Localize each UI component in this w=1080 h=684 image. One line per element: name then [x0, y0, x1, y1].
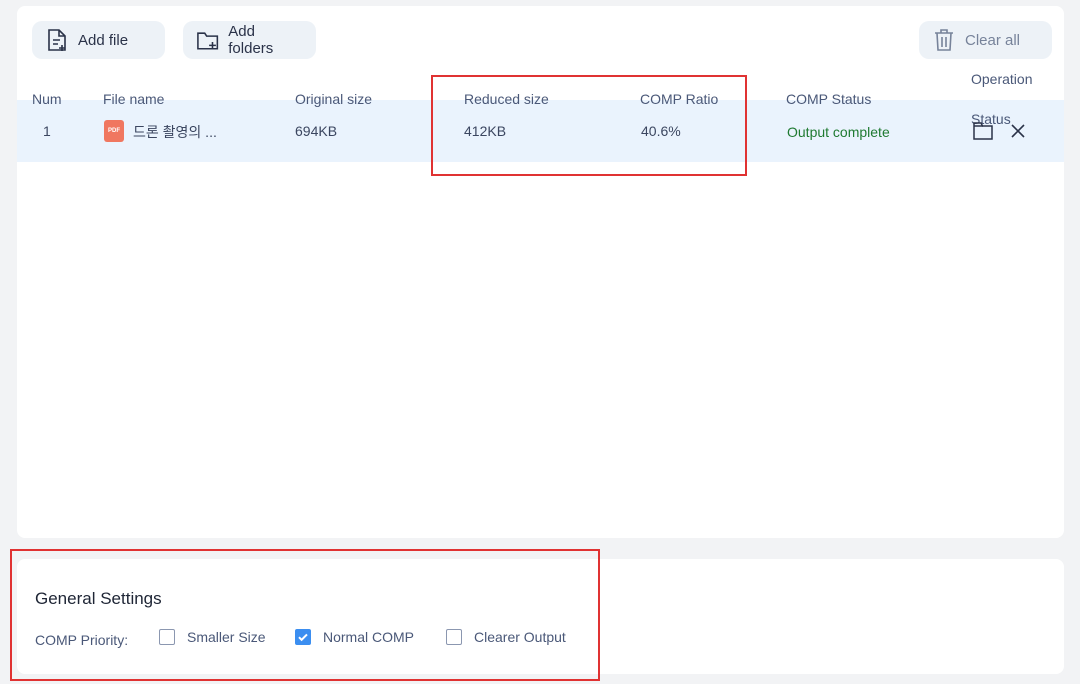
row-comp-status: Output complete: [787, 124, 890, 140]
clearer-output-label: Clearer Output: [474, 629, 566, 645]
option-clearer-output[interactable]: Clearer Output: [446, 629, 566, 645]
option-smaller-size[interactable]: Smaller Size: [159, 629, 266, 645]
settings-panel: General Settings COMP Priority: Smaller …: [17, 559, 1064, 674]
clearer-output-checkbox[interactable]: [446, 629, 462, 645]
add-file-label: Add file: [78, 31, 129, 49]
header-comp-status: COMP Status: [786, 91, 872, 107]
header-file-name: File name: [103, 91, 165, 107]
row-comp-ratio: 40.6%: [641, 123, 681, 139]
normal-comp-checkbox[interactable]: [295, 629, 311, 645]
file-list-panel: Add file Add folders Clear all Num File …: [17, 6, 1064, 538]
row-file-name: 드론 촬영의 ...: [133, 124, 217, 140]
header-num: Num: [32, 91, 62, 107]
check-icon: [298, 633, 308, 642]
add-folders-label: Add folders: [228, 23, 274, 57]
file-plus-icon: [48, 29, 66, 51]
add-file-button[interactable]: Add file: [32, 21, 165, 59]
header-operation: Operation: [971, 71, 1033, 87]
normal-comp-label: Normal COMP: [323, 629, 415, 645]
close-icon[interactable]: [1007, 120, 1029, 142]
row-reduced-size: 412KB: [464, 123, 507, 139]
smaller-size-checkbox[interactable]: [159, 629, 175, 645]
clear-all-label: Clear all: [965, 31, 1021, 49]
header-original-size: Original size: [295, 91, 373, 107]
row-num: 1: [43, 123, 51, 139]
folder-plus-icon: [197, 32, 219, 50]
smaller-size-label: Smaller Size: [187, 629, 266, 645]
row-original-size: 694KB: [295, 123, 338, 139]
option-normal-comp[interactable]: Normal COMP: [295, 629, 414, 645]
add-folders-button[interactable]: Add folders: [183, 21, 316, 59]
header-comp-ratio: COMP Ratio: [640, 91, 719, 107]
settings-title: General Settings: [35, 589, 162, 608]
header-reduced-size: Reduced size: [464, 91, 549, 107]
comp-priority-label: COMP Priority:: [35, 632, 129, 648]
trash-icon: [935, 29, 953, 51]
pdf-icon: PDF: [104, 120, 124, 142]
clear-all-button[interactable]: Clear all: [919, 21, 1052, 59]
folder-icon[interactable]: [972, 120, 994, 142]
